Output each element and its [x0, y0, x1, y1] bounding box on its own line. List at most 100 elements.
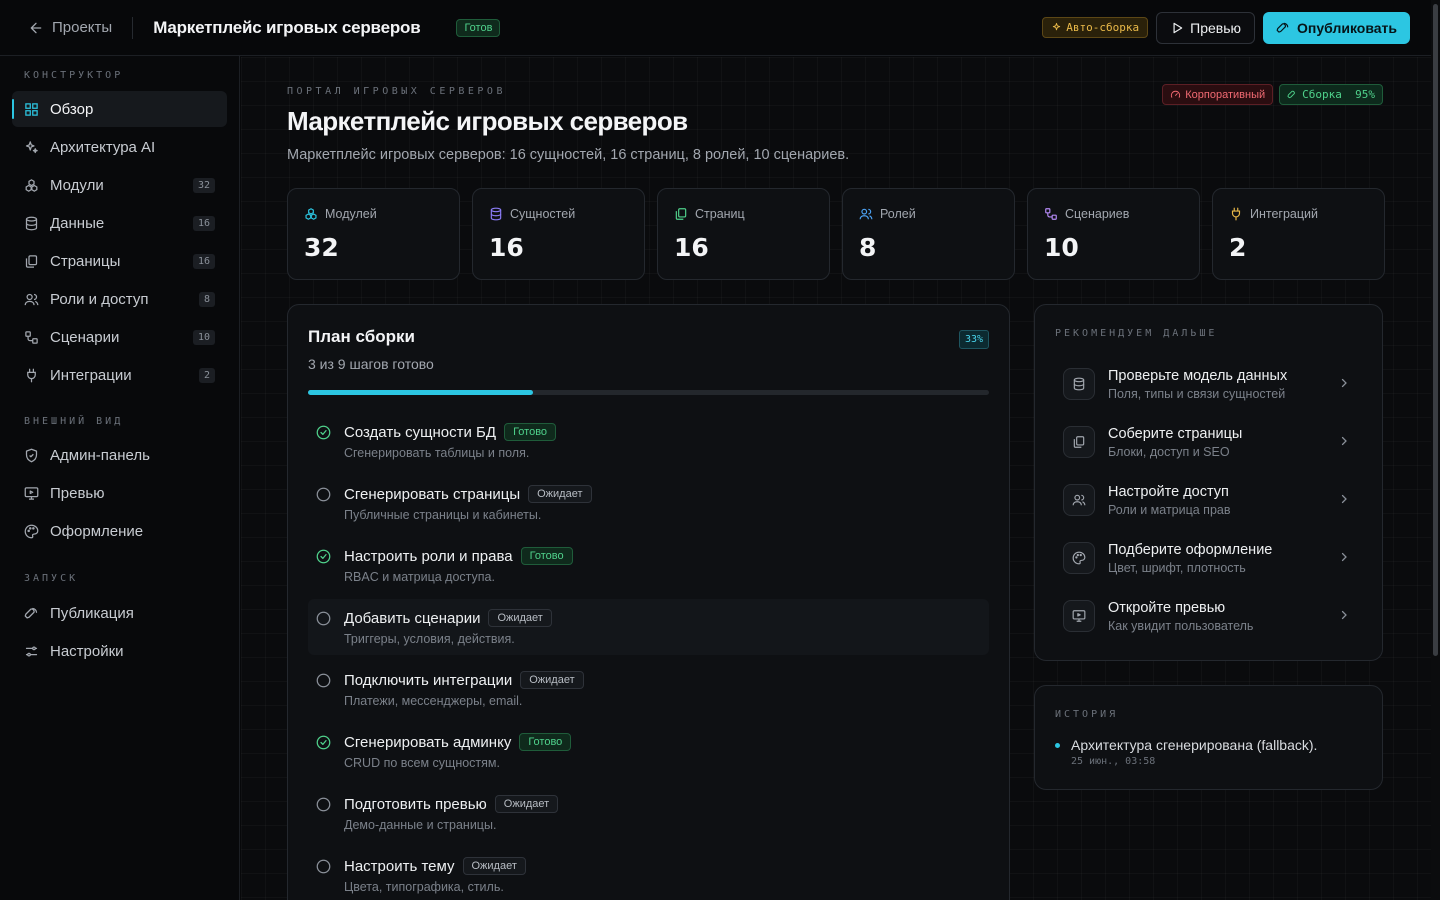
sidebar-item-pages[interactable]: Страницы 16	[12, 243, 227, 279]
play-icon	[1173, 22, 1183, 33]
sidebar-item-label: Сценарии	[50, 328, 120, 346]
stat-card-entities[interactable]: Сущностей 16	[472, 188, 645, 280]
plan-step[interactable]: Добавить сценарии Ожидает Триггеры, услови…	[308, 599, 989, 655]
top-bar: Проекты Маркетплейс игровых серверов Гот…	[0, 0, 1431, 56]
build-plan-card: План сборки 3 из 9 шагов готово 33% Созд…	[287, 304, 1010, 900]
sparkles-icon	[1053, 22, 1061, 31]
sidebar-item-data[interactable]: Данные 16	[12, 205, 227, 241]
page-title: Маркетплейс игровых серверов	[287, 106, 688, 136]
sidebar-item-label: Архитектура AI	[50, 138, 156, 156]
page-eyebrow: ПОРТАЛ ИГРОВЫХ СЕРВЕРОВ	[287, 86, 506, 97]
sidebar-section-label: ВНЕШНИЙ ВИД	[24, 416, 124, 427]
recommend-desc: Поля, типы и связи сущностей	[1108, 386, 1286, 401]
plug-icon	[27, 368, 36, 382]
preview-button[interactable]: Превью	[1156, 11, 1256, 44]
recommend-card: РЕКОМЕНДУЕМ ДАЛЬШЕ Проверьте модель данн…	[1034, 304, 1383, 661]
circle-icon	[316, 673, 331, 688]
stats-row: Модулей 32 Сущностей 16 Страниц 16 Ролей…	[287, 188, 1385, 280]
recommend-item-data-model[interactable]: Проверьте модель данных Поля, типы и свя…	[1055, 355, 1364, 413]
recommend-item-preview[interactable]: Откройте превью Как увидит пользователь	[1055, 587, 1364, 645]
stat-card-integrations[interactable]: Интеграций 2	[1212, 188, 1385, 280]
stat-card-scenarios[interactable]: Сценариев 10	[1027, 188, 1200, 280]
sidebar-item-appearance[interactable]: Оформление	[12, 513, 227, 549]
stat-card-roles[interactable]: Ролей 8	[842, 188, 1015, 280]
plan-step[interactable]: Сгенерировать страницы Ожидает Публичные с…	[308, 475, 989, 531]
recommend-desc: Роли и матрица прав	[1108, 502, 1231, 517]
stat-value: 2	[1229, 233, 1247, 262]
step-status-badge: Ожидает	[494, 795, 559, 813]
rocket-icon	[1287, 90, 1295, 99]
sidebar-item-overview[interactable]: Обзор	[12, 91, 227, 127]
sidebar: КОНСТРУКТОР Обзор Архитектура AI Модули …	[0, 56, 240, 900]
step-desc: RBAC и матрица доступа.	[344, 570, 495, 584]
recommend-desc: Блоки, доступ и SEO	[1108, 444, 1230, 459]
stat-label: Сценариев	[1065, 207, 1130, 221]
settings-icon	[25, 646, 38, 656]
circle-icon	[316, 487, 331, 502]
plug-icon	[1231, 207, 1241, 221]
workflow-icon	[25, 330, 38, 344]
sidebar-item-preview[interactable]: Превью	[12, 475, 227, 511]
palette-icon	[24, 524, 39, 538]
step-desc: Сгенерировать таблицы и поля.	[344, 446, 530, 460]
recommend-item-access[interactable]: Настройте доступ Роли и матрица прав	[1055, 471, 1364, 529]
step-name: Сгенерировать страницы	[344, 485, 521, 503]
check-circle-icon	[316, 549, 331, 564]
chevron-right-icon	[1341, 610, 1347, 620]
auto-build-badge[interactable]: Авто-сборка	[1042, 17, 1149, 38]
recommend-title: Проверьте модель данных	[1108, 367, 1288, 384]
chevron-right-icon	[1341, 552, 1347, 562]
rocket-icon	[24, 607, 38, 618]
sidebar-item-label: Оформление	[50, 522, 144, 540]
plan-progress-bar	[308, 390, 989, 395]
plan-step[interactable]: Создать сущности БД Готово Сгенерировать т…	[308, 413, 989, 469]
scrollbar-thumb[interactable]	[1433, 4, 1438, 656]
stat-value: 32	[304, 233, 339, 262]
recommend-item-appearance[interactable]: Подберите оформление Цвет, шрифт, плотно…	[1055, 529, 1364, 587]
sidebar-item-label: Обзор	[50, 100, 94, 118]
monitor-icon	[1072, 610, 1086, 622]
sidebar-section-label: ЗАПУСК	[24, 573, 79, 584]
users-icon	[24, 293, 39, 305]
back-to-projects-link[interactable]: Проекты	[28, 19, 112, 36]
publish-button[interactable]: Опубликовать	[1263, 11, 1410, 44]
plan-step[interactable]: Настроить роли и права Готово RBAC и матри…	[308, 537, 989, 593]
circle-icon	[316, 611, 331, 626]
plan-step[interactable]: Подготовить превью Ожидает Демо-данные и с…	[308, 785, 989, 841]
sidebar-item-settings[interactable]: Настройки	[12, 633, 227, 669]
sidebar-item-publication[interactable]: Публикация	[12, 595, 227, 631]
history-eyebrow: ИСТОРИЯ	[1055, 709, 1119, 720]
sidebar-item-ai-architecture[interactable]: Архитектура AI	[12, 129, 227, 165]
sidebar-item-admin-panel[interactable]: Админ-панель	[12, 437, 227, 473]
page-scrollbar[interactable]	[1431, 0, 1440, 900]
history-dot	[1055, 743, 1060, 748]
stat-card-modules[interactable]: Модулей 32	[287, 188, 460, 280]
sidebar-item-integrations[interactable]: Интеграции 2	[12, 357, 227, 393]
tier-badge: Корпоративный	[1162, 84, 1274, 105]
rocket-icon	[1276, 22, 1289, 33]
step-desc: CRUD по всем сущностям.	[344, 756, 500, 770]
shield-icon	[25, 448, 38, 462]
plan-step[interactable]: Подключить интеграции Ожидает Платежи, мес…	[308, 661, 989, 717]
step-name: Сгенерировать админку	[344, 733, 512, 751]
users-icon	[1072, 494, 1086, 506]
stat-label: Интеграций	[1250, 207, 1319, 221]
sidebar-item-count: 32	[192, 177, 215, 193]
sidebar-item-scenarios[interactable]: Сценарии 10	[12, 319, 227, 355]
circle-icon	[316, 859, 331, 874]
history-item: Архитектура сгенерирована (fallback). 25…	[1055, 737, 1317, 767]
stat-label: Сущностей	[510, 207, 576, 221]
stat-card-pages[interactable]: Страниц 16	[657, 188, 830, 280]
sidebar-item-modules[interactable]: Модули 32	[12, 167, 227, 203]
plan-step[interactable]: Настроить тему Ожидает Цвета, типографика,…	[308, 847, 989, 900]
preview-label: Превью	[1190, 19, 1242, 36]
recommend-desc: Цвет, шрифт, плотность	[1108, 560, 1246, 575]
pages-icon	[1073, 436, 1085, 448]
sidebar-item-roles[interactable]: Роли и доступ 8	[12, 281, 227, 317]
recommend-list: Проверьте модель данных Поля, типы и свя…	[1055, 355, 1364, 645]
history-text: Архитектура сгенерирована (fallback).	[1071, 737, 1318, 753]
recommend-item-pages[interactable]: Соберите страницы Блоки, доступ и SEO	[1055, 413, 1364, 471]
topbar-divider	[132, 16, 134, 39]
plan-step[interactable]: Сгенерировать админку Готово CRUD по всем …	[308, 723, 989, 779]
recommend-title: Соберите страницы	[1108, 425, 1243, 442]
